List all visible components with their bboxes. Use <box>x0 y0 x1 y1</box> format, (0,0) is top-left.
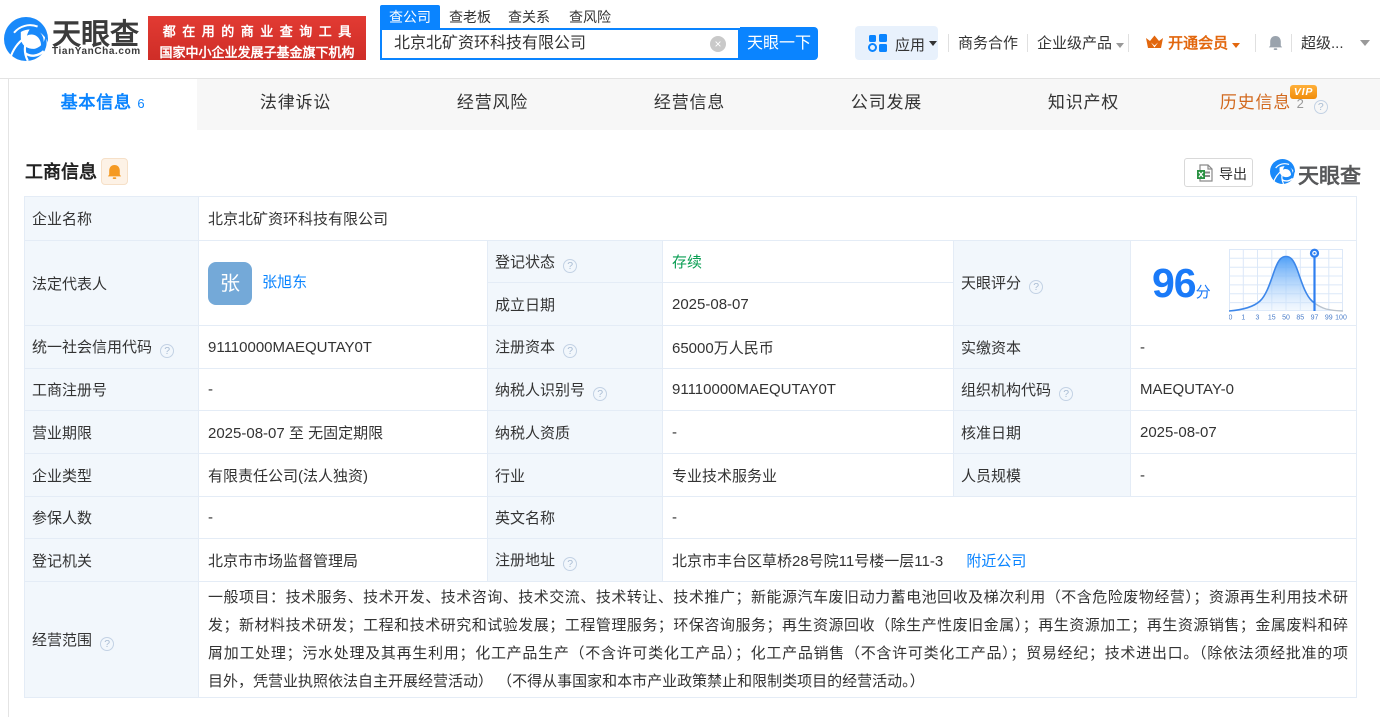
svg-text:100: 100 <box>1335 315 1347 322</box>
svg-text:0: 0 <box>1229 315 1233 322</box>
svg-text:3: 3 <box>1256 315 1260 322</box>
svg-text:50: 50 <box>1282 315 1290 322</box>
svg-text:15: 15 <box>1268 315 1276 322</box>
svg-text:1: 1 <box>1241 315 1245 322</box>
svg-text:85: 85 <box>1296 315 1304 322</box>
svg-text:99: 99 <box>1325 315 1333 322</box>
svg-text:97: 97 <box>1311 315 1319 322</box>
